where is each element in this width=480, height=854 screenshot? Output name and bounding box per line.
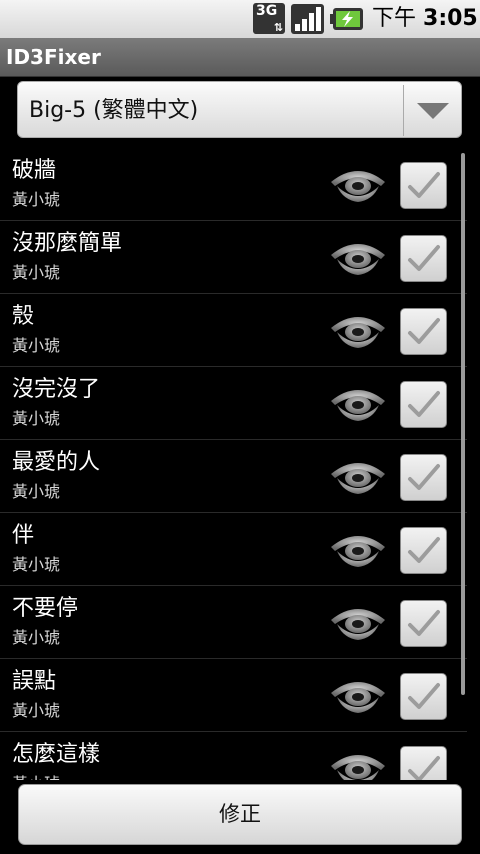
checkmark-icon	[408, 756, 440, 780]
song-title: 沒那麼簡單	[12, 231, 123, 256]
song-row[interactable]: 沒完沒了 黃小琥	[0, 367, 467, 440]
select-checkbox[interactable]	[400, 673, 447, 720]
eye-icon[interactable]	[329, 239, 387, 279]
song-title: 沒完沒了	[12, 377, 101, 402]
eye-icon[interactable]	[329, 166, 387, 206]
song-title: 伴	[12, 523, 35, 548]
song-artist: 黃小琥	[12, 770, 60, 780]
checkmark-icon	[408, 683, 440, 709]
song-artist: 黃小琥	[12, 555, 61, 574]
checkmark-icon	[408, 464, 440, 490]
bottom-bar: 修正	[0, 780, 480, 854]
song-title: 破牆	[12, 158, 57, 183]
song-row[interactable]: 不要停 黃小琥	[0, 586, 467, 659]
eye-icon[interactable]	[329, 604, 387, 644]
battery-charging-icon	[330, 8, 363, 30]
select-checkbox[interactable]	[400, 527, 447, 574]
checkmark-icon	[408, 610, 440, 636]
network-3g-icon: 3G ⇅	[253, 3, 285, 34]
song-title: 怎麼這樣	[12, 742, 101, 767]
network-type-label: 3G	[256, 3, 278, 19]
select-checkbox[interactable]	[400, 454, 447, 501]
spinner-dropdown-button[interactable]	[404, 82, 462, 139]
select-checkbox[interactable]	[400, 381, 447, 428]
clock-time: 3:05	[423, 6, 478, 31]
song-list[interactable]: 破牆 黃小琥 沒那麼簡單 黃小琥殼黃小琥 沒完沒了 黃小琥 最愛的人 黃小琥伴黃小琥 不要停 黃小…	[0, 148, 480, 780]
song-row[interactable]: 怎麼這樣黃小琥	[0, 732, 467, 780]
song-title: 最愛的人	[12, 450, 101, 475]
select-checkbox[interactable]	[400, 746, 447, 780]
song-artist: 黃小琥	[12, 336, 61, 355]
select-checkbox[interactable]	[400, 600, 447, 647]
eye-icon[interactable]	[329, 677, 387, 717]
encoding-spinner[interactable]: Big-5 (繁體中文)	[17, 81, 462, 138]
song-artist: 黃小琥	[12, 190, 61, 209]
song-row[interactable]: 誤點 黃小琥	[0, 659, 467, 732]
song-artist: 黃小琥	[12, 628, 61, 647]
song-artist: 黃小琥	[12, 409, 61, 428]
select-checkbox[interactable]	[400, 162, 447, 209]
checkmark-icon	[408, 537, 440, 563]
encoding-selected-value: Big-5 (繁體中文)	[29, 98, 199, 123]
clock: 下午 3:05	[372, 5, 478, 33]
clock-period: 下午	[372, 6, 417, 31]
song-row[interactable]: 最愛的人 黃小琥	[0, 440, 467, 513]
song-title: 殼	[12, 304, 35, 329]
checkmark-icon	[408, 391, 440, 417]
song-row[interactable]: 伴黃小琥	[0, 513, 467, 586]
checkmark-icon	[408, 318, 440, 344]
song-artist: 黃小琥	[12, 263, 61, 282]
app-title-bar: ID3Fixer	[0, 38, 480, 77]
song-title: 不要停	[12, 596, 79, 621]
song-row[interactable]: 沒那麼簡單 黃小琥	[0, 221, 467, 294]
eye-icon[interactable]	[329, 458, 387, 498]
eye-icon[interactable]	[329, 531, 387, 571]
checkmark-icon	[408, 245, 440, 271]
list-scrollbar[interactable]	[461, 153, 465, 695]
song-artist: 黃小琥	[12, 701, 61, 720]
eye-icon[interactable]	[329, 312, 387, 352]
select-checkbox[interactable]	[400, 235, 447, 282]
app-title: ID3Fixer	[6, 45, 101, 69]
checkmark-icon	[408, 172, 440, 198]
fix-button[interactable]: 修正	[18, 784, 462, 845]
eye-icon[interactable]	[329, 750, 387, 780]
dropdown-arrow-icon	[417, 103, 449, 119]
select-checkbox[interactable]	[400, 308, 447, 355]
status-bar: 3G ⇅ 下午 3:05	[0, 0, 480, 38]
signal-strength-icon	[291, 4, 324, 34]
song-title: 誤點	[12, 669, 57, 694]
song-row[interactable]: 破牆 黃小琥	[0, 148, 467, 221]
eye-icon[interactable]	[329, 385, 387, 425]
song-artist: 黃小琥	[12, 482, 61, 501]
song-row[interactable]: 殼黃小琥	[0, 294, 467, 367]
